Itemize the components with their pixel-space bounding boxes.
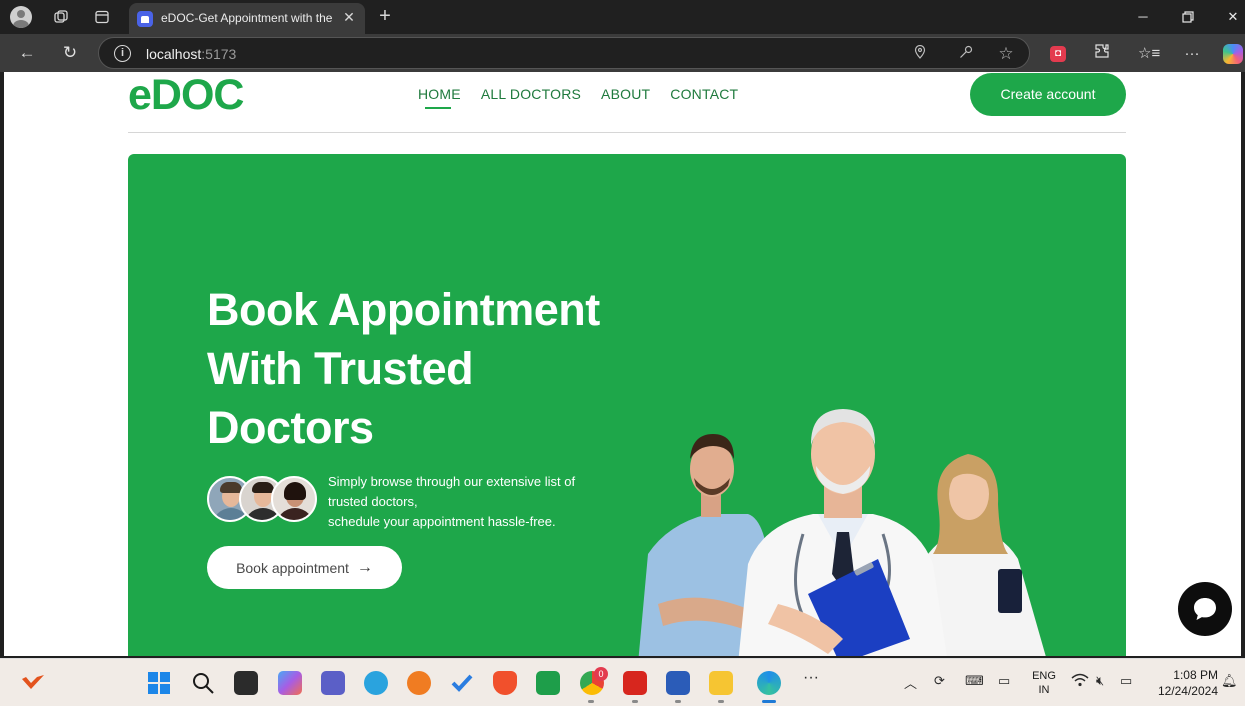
chat-support-button[interactable]: [1178, 582, 1232, 636]
app-orange-icon[interactable]: [407, 671, 431, 695]
sync-icon[interactable]: ⟳: [934, 673, 945, 689]
favorite-star-icon[interactable]: ☆: [996, 44, 1016, 64]
windows-taskbar: 0 ··· ︿ ⟳ ⌨ ▭ ENG IN 🔇︎ ▭ 1:08 PM 12/24/…: [0, 658, 1245, 706]
word-icon[interactable]: [666, 671, 690, 695]
more-options-icon[interactable]: ···: [1181, 43, 1203, 65]
workspaces-icon[interactable]: [48, 5, 74, 29]
notification-badge: 0: [594, 667, 608, 681]
arrow-right-icon: →: [356, 558, 373, 576]
hero-title: Book Appointment With Trusted Doctors: [207, 280, 627, 457]
back-icon[interactable]: ←: [14, 41, 40, 65]
book-appointment-button[interactable]: Book appointment →: [207, 546, 402, 589]
running-indicator: [632, 700, 638, 703]
edge-icon[interactable]: [757, 671, 781, 695]
hero-description: Simply browse through our extensive list…: [328, 472, 608, 532]
copilot-icon[interactable]: [1223, 44, 1243, 64]
running-indicator: [675, 700, 681, 703]
nav-all-doctors[interactable]: ALL DOCTORS: [481, 86, 581, 102]
url-text[interactable]: localhost:5173: [146, 46, 236, 62]
minimize-icon[interactable]: ─: [1128, 4, 1158, 30]
refresh-icon[interactable]: ↻: [57, 41, 83, 65]
language-indicator[interactable]: ENG IN: [1030, 669, 1058, 697]
browser-toolbar: ← ↻ i localhost:5173 ☆ ◘ ☆≡ ···: [0, 34, 1245, 72]
classroom-icon[interactable]: [536, 671, 560, 695]
pocket-extension-icon[interactable]: ◘: [1050, 46, 1066, 62]
favorites-icon[interactable]: ☆≡: [1138, 43, 1160, 65]
doctors-photo: [638, 409, 1046, 656]
file-explorer-icon[interactable]: [709, 671, 733, 695]
main-nav: HOME ALL DOCTORS ABOUT CONTACT: [418, 86, 738, 109]
hero-desc-line-1: Simply browse through our extensive list…: [328, 474, 576, 489]
browser-titlebar: eDOC-Get Appointment with the ✕ + ─ ✕: [0, 0, 1245, 34]
clock-date: 12/24/2024: [1157, 684, 1218, 698]
tablet-icon[interactable]: ▭: [998, 673, 1010, 689]
copilot-taskbar-icon[interactable]: [278, 671, 302, 695]
hero-title-line-3: Doctors: [207, 402, 374, 453]
site-logo[interactable]: eDOC: [128, 72, 244, 118]
running-indicator: [588, 700, 594, 703]
location-icon[interactable]: [910, 44, 930, 64]
hero-title-line-2: With Trusted: [207, 343, 474, 394]
active-indicator: [762, 700, 776, 703]
hero-desc-line-3: schedule your appointment hassle-free.: [328, 514, 556, 529]
site-info-icon[interactable]: i: [114, 45, 131, 62]
chat-bubble-icon: [1194, 598, 1216, 620]
search-icon[interactable]: [191, 671, 215, 695]
start-icon[interactable]: [147, 671, 171, 695]
volume-muted-icon[interactable]: 🔇︎: [1096, 673, 1104, 689]
nav-contact[interactable]: CONTACT: [670, 86, 738, 102]
tab-actions-icon[interactable]: [89, 5, 115, 29]
doctor-center-figure: [738, 409, 947, 656]
book-appointment-label: Book appointment: [236, 559, 349, 576]
address-bar[interactable]: i localhost:5173 ☆: [98, 37, 1030, 69]
active-tab[interactable]: eDOC-Get Appointment with the ✕: [129, 3, 365, 34]
wifi-icon[interactable]: [1071, 673, 1089, 690]
nav-about[interactable]: ABOUT: [601, 86, 650, 102]
region-code: IN: [1038, 684, 1050, 696]
hero-title-line-1: Book Appointment: [207, 284, 600, 335]
close-window-icon[interactable]: ✕: [1218, 4, 1245, 30]
doctor-right-figure: [928, 454, 1046, 656]
tab-close-icon[interactable]: ✕: [339, 7, 359, 27]
create-account-button[interactable]: Create account: [970, 73, 1126, 116]
tab-title: eDOC-Get Appointment with the: [161, 11, 333, 25]
brave-icon[interactable]: [493, 671, 517, 695]
clock-time: 1:08 PM: [1173, 668, 1218, 682]
extensions-icon[interactable]: [1091, 43, 1113, 65]
show-hidden-icons-icon[interactable]: ︿: [904, 673, 917, 692]
telegram-icon[interactable]: [364, 671, 388, 695]
keyboard-icon[interactable]: ⌨: [965, 673, 984, 689]
notification-bell-icon[interactable]: 🔔︎: [1221, 673, 1238, 689]
header-divider: [128, 132, 1126, 133]
more-apps-icon[interactable]: ···: [803, 669, 819, 687]
key-icon[interactable]: [956, 44, 976, 64]
page-viewport: eDOC HOME ALL DOCTORS ABOUT CONTACT Crea…: [4, 72, 1241, 656]
system-clock[interactable]: 1:08 PM 12/24/2024: [1148, 667, 1218, 699]
doctor-avatars-group: [207, 476, 319, 524]
todo-icon[interactable]: [450, 671, 474, 695]
avatar: [271, 476, 317, 522]
new-tab-icon[interactable]: +: [374, 5, 396, 27]
battery-icon[interactable]: ▭: [1120, 673, 1132, 689]
teams-icon[interactable]: [321, 671, 345, 695]
language-code: ENG: [1032, 670, 1056, 682]
restore-icon[interactable]: [1173, 4, 1203, 30]
running-indicator: [718, 700, 724, 703]
nav-home[interactable]: HOME: [418, 86, 461, 109]
widgets-icon[interactable]: [20, 671, 44, 695]
tab-favicon-icon: [137, 11, 153, 27]
hero-banner: Book Appointment With Trusted Doctors Si…: [128, 154, 1126, 656]
task-view-icon[interactable]: [234, 671, 258, 695]
profile-avatar-icon[interactable]: [10, 6, 32, 28]
acrobat-icon[interactable]: [623, 671, 647, 695]
hero-desc-line-2: trusted doctors,: [328, 494, 418, 509]
